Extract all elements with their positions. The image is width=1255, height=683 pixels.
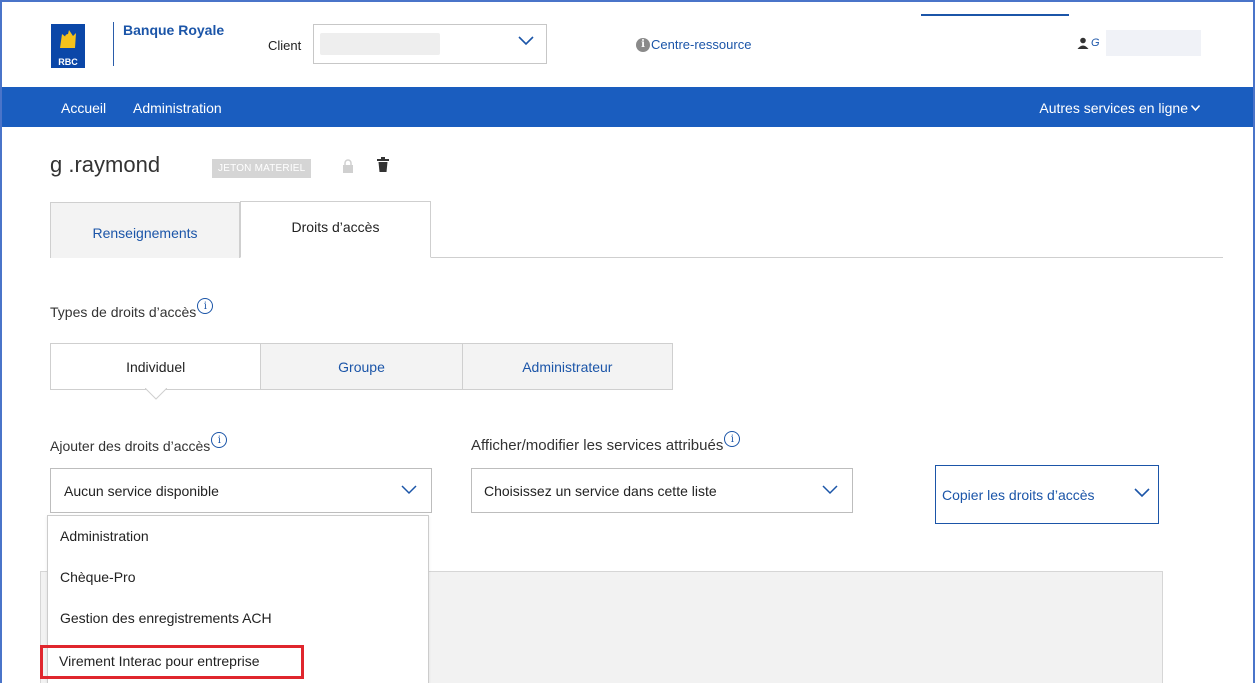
view-services-select[interactable]: Choisissez un service dans cette liste [471,468,853,513]
main-nav: Accueil Administration Autres services e… [2,87,1253,127]
user-initial: G [1091,37,1100,49]
access-types-text: Types de droits d’accès [50,304,197,320]
brand-name: Banque Royale [123,22,225,38]
client-value-redacted [320,33,440,55]
resource-center-link[interactable]: i Centre-ressource [636,37,751,52]
trash-icon[interactable] [377,157,389,172]
view-services-label: Afficher/modifier les services attribués… [471,431,741,454]
access-type-tabs: Individuel Groupe Administrateur [50,343,673,390]
chevron-down-icon [401,485,417,495]
add-access-select[interactable]: Aucun service disponible [50,468,432,513]
page-title: g .raymond [50,152,161,177]
client-select[interactable] [313,24,547,64]
copy-access-label: Copier les droits d’accès [942,486,1095,503]
tab-droits-acces[interactable]: Droits d’accès [240,201,431,258]
header: RBC Banque Royale Client i Centre-ressou… [2,2,1253,86]
chevron-down-icon [1191,105,1200,111]
add-access-label: Ajouter des droits d’accès i [50,432,228,454]
rbc-logo[interactable]: RBC [51,24,85,68]
add-access-select-value: Aucun service disponible [64,482,219,499]
dropdown-option[interactable]: Chèque-Pro [60,569,136,585]
access-types-label: Types de droits d’accès i [50,298,214,320]
client-label: Client [268,38,302,53]
dropdown-option[interactable]: Gestion des enregistrements ACH [60,610,272,626]
tab-administrateur[interactable]: Administrateur [461,344,673,389]
info-icon[interactable]: i [211,432,228,448]
lock-icon[interactable] [342,159,354,173]
dropdown-option[interactable]: Administration [60,528,149,544]
token-badge: JETON MATERIEL [212,159,312,178]
other-services-menu[interactable]: Autres services en ligne [1039,100,1200,116]
active-tab-pointer [145,388,167,400]
info-icon[interactable]: i [724,431,741,447]
app-frame: RBC Banque Royale Client i Centre-ressou… [0,0,1255,683]
add-access-text: Ajouter des droits d’accès [50,438,211,454]
nav-accueil[interactable]: Accueil [61,100,106,116]
chevron-down-icon [1134,488,1150,498]
resource-center-label: Centre-ressource [651,37,752,52]
tab-individuel[interactable]: Individuel [51,344,261,389]
view-services-text: Afficher/modifier les services attribués [471,437,724,454]
user-menu[interactable]: G [1077,30,1201,56]
logo-text: RBC [58,57,78,67]
top-accent-bar [921,14,1069,16]
info-icon[interactable]: i [197,298,214,314]
user-name-redacted [1105,30,1201,56]
chevron-down-icon [822,485,838,495]
user-icon [1077,37,1089,49]
nav-administration[interactable]: Administration [133,100,222,116]
tab-renseignements[interactable]: Renseignements [50,202,240,258]
view-services-select-value: Choisissez un service dans cette liste [484,482,717,499]
chevron-down-icon [518,36,534,46]
info-icon: i [636,37,650,52]
tab-groupe[interactable]: Groupe [260,344,462,389]
other-services-label: Autres services en ligne [1039,100,1188,116]
highlight-box [40,645,304,679]
copy-access-button[interactable]: Copier les droits d’accès [935,465,1159,524]
brand-divider [113,22,114,66]
